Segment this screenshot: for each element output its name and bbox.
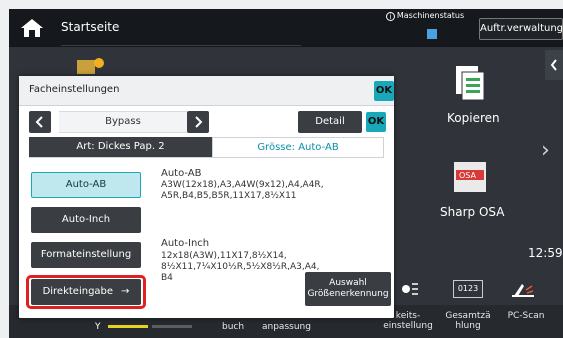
- tray-ok-button[interactable]: OK: [366, 112, 386, 132]
- detail-button[interactable]: Detail: [298, 111, 362, 133]
- auto-ab-title: Auto-AB: [161, 168, 202, 179]
- bottom-item-1[interactable]: buch: [222, 322, 244, 332]
- folder-icon[interactable]: [75, 54, 105, 76]
- frame-top: [0, 0, 563, 9]
- tray-name: Bypass: [59, 111, 187, 133]
- direct-entry-highlight: [26, 275, 146, 309]
- bottom-item-5[interactable]: PC-Scan: [504, 311, 548, 321]
- tray-selector: Bypass Detail OK: [29, 111, 386, 133]
- toner-y-label: Y: [95, 322, 101, 332]
- toner-bar-empty: [152, 325, 192, 328]
- chevron-right-icon: [195, 116, 203, 128]
- home-icon[interactable]: [19, 17, 45, 39]
- auto-inch-title: Auto-Inch: [161, 238, 210, 249]
- dialog-title-bar: Facheinstellungen OK: [19, 76, 394, 106]
- header-bar: Startseite i Maschinenstatus Auftr.verwal…: [9, 9, 563, 47]
- next-page-icon[interactable]: ›: [541, 138, 550, 163]
- dialog-title: Facheinstellungen: [29, 84, 120, 95]
- clock: 12:59: [528, 246, 563, 260]
- dialog-ok-button[interactable]: OK: [374, 81, 394, 101]
- sharp-osa-icon[interactable]: OSA: [452, 160, 488, 196]
- auto-inch-button[interactable]: Auto-Inch: [31, 207, 141, 233]
- auto-ab-button[interactable]: Auto-AB: [31, 172, 141, 198]
- tray-settings-dialog: Facheinstellungen OK Bypass Detail OK Ar…: [19, 76, 394, 318]
- auto-ab-description: A3W(12x18),A3,A4W(9x12),A4,A4R, A5R,B4,B…: [161, 180, 324, 201]
- pc-scan-icon[interactable]: [510, 280, 536, 298]
- tab-paper-type[interactable]: Art: Dickes Pap. 2: [29, 137, 212, 157]
- machine-status-label: Maschinenstatus: [396, 11, 465, 20]
- page-title: Startseite: [61, 20, 120, 34]
- header-divider: [61, 45, 301, 46]
- copy-tile-label[interactable]: Kopieren: [447, 111, 500, 125]
- brightness-icon[interactable]: [400, 280, 422, 298]
- side-panel-tab[interactable]: [545, 50, 563, 80]
- bottom-item-2[interactable]: anpassung: [262, 322, 311, 332]
- auto-inch-description: 12x18(A3W),11X17,8½X14, 8½X11,7¼X10½R,5½…: [161, 251, 320, 283]
- counter-icon[interactable]: 0123: [453, 280, 483, 298]
- info-icon: i: [385, 12, 395, 21]
- bottom-item-4[interactable]: Gesamtzä hlung: [440, 311, 496, 331]
- frame-left: [0, 0, 9, 338]
- chevron-left-icon: [35, 116, 43, 128]
- svg-text:OSA: OSA: [459, 171, 477, 180]
- sharp-osa-tile-label[interactable]: Sharp OSA: [440, 205, 504, 219]
- machine-status-button[interactable]: i Maschinenstatus: [379, 11, 471, 45]
- tray-next-button[interactable]: [187, 111, 209, 133]
- toner-y-bar: [108, 325, 148, 328]
- size-recognition-button[interactable]: Auswahl Größenerkennung: [305, 272, 391, 306]
- tab-divider: [29, 157, 384, 158]
- tab-paper-size[interactable]: Grösse: Auto-AB: [212, 137, 384, 157]
- format-setting-button[interactable]: Formateinstellung: [31, 242, 141, 268]
- copy-icon[interactable]: [450, 62, 490, 102]
- status-device-icon: [427, 29, 437, 39]
- tray-prev-button[interactable]: [29, 111, 51, 133]
- job-status-button[interactable]: Auftr.verwaltung: [479, 18, 563, 40]
